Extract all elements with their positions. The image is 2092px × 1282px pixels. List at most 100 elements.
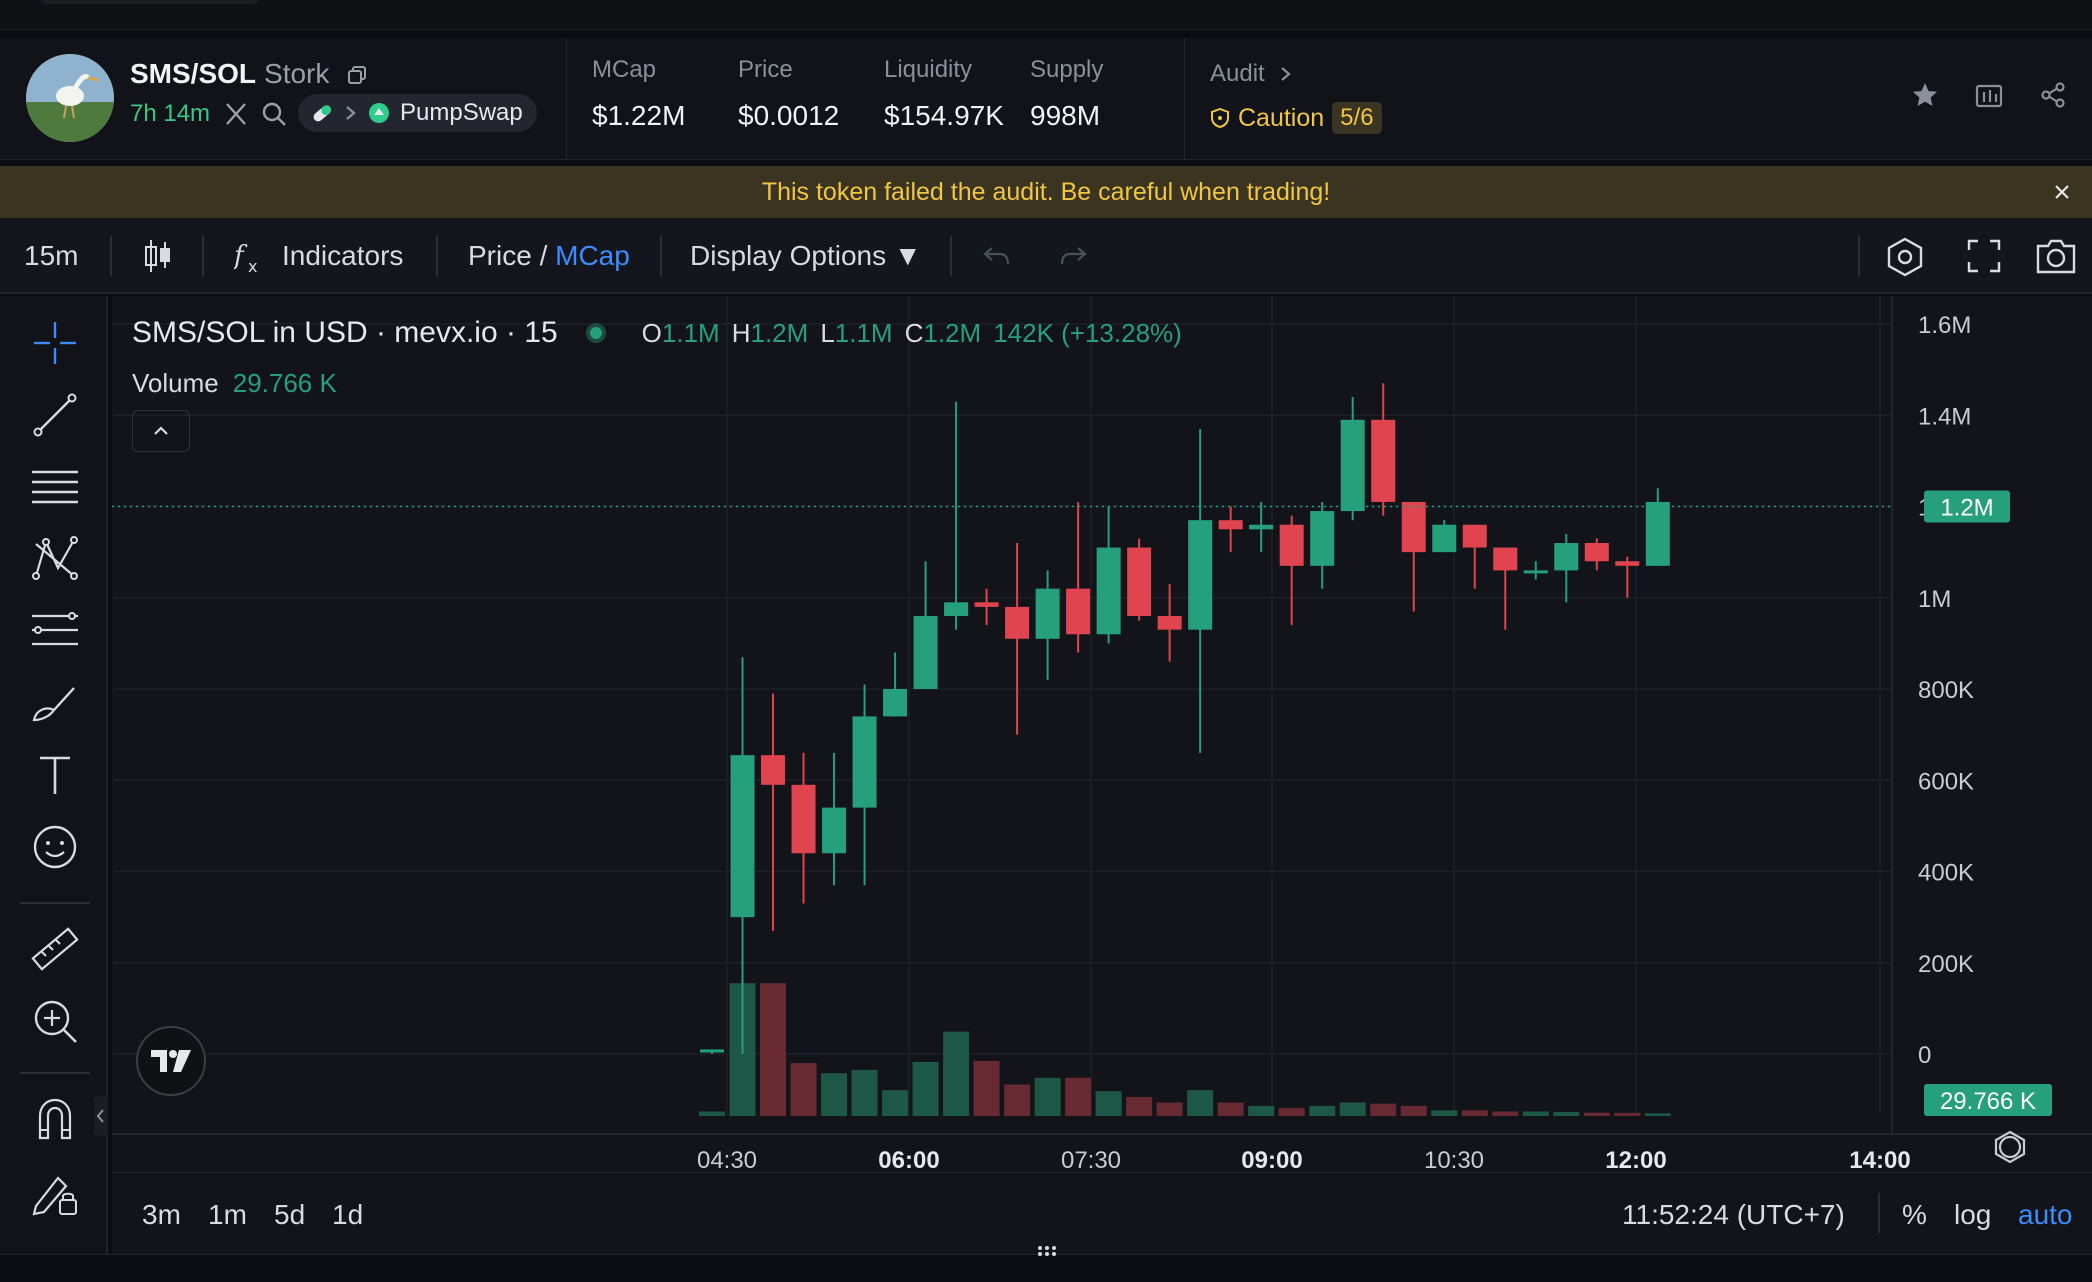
candle-type-icon[interactable]	[142, 238, 174, 274]
trendline-icon[interactable]	[28, 388, 82, 442]
chevron-up-icon	[154, 426, 168, 435]
x-twitter-icon[interactable]	[222, 100, 250, 128]
audit-label: Audit	[1210, 60, 1265, 87]
x-tick-label: 14:00	[1849, 1147, 1910, 1172]
x-tick-label: 04:30	[697, 1147, 757, 1172]
chart-bottom-bar: 3m 1m 5d 1d 11:52:24 (UTC+7) % log auto	[112, 1172, 2092, 1254]
copy-icon[interactable]	[347, 65, 367, 85]
text-icon[interactable]	[28, 748, 82, 802]
volume-bar	[973, 1060, 1000, 1116]
range-3m[interactable]: 3m	[142, 1199, 181, 1231]
y-tick-label: 1M	[1918, 586, 1951, 613]
range-5d[interactable]: 5d	[274, 1199, 305, 1231]
volume-bar	[1156, 1102, 1183, 1116]
volume-bar	[1431, 1110, 1458, 1116]
indicators-button[interactable]: Indicators	[282, 240, 403, 272]
zoom-in-icon[interactable]	[28, 994, 82, 1048]
fullscreen-icon[interactable]	[1966, 238, 2002, 274]
range-1d[interactable]: 1d	[332, 1199, 363, 1231]
indicators-fx-icon: fx	[234, 241, 257, 274]
search-icon[interactable]	[260, 100, 288, 128]
fib-retracement-icon[interactable]	[28, 604, 82, 658]
percent-scale-toggle[interactable]: %	[1902, 1199, 1927, 1231]
candle-body	[1279, 524, 1304, 566]
svg-text:x: x	[248, 257, 257, 274]
candle-body	[1157, 616, 1182, 630]
interval-select[interactable]: 15m	[24, 240, 78, 272]
display-options-button[interactable]: Display Options ▼	[690, 240, 922, 272]
redo-icon[interactable]	[1058, 242, 1088, 270]
token-name: Stork	[264, 58, 330, 89]
crosshair-icon[interactable]	[28, 316, 82, 370]
audit-section[interactable]: Audit Caution 5/6	[1210, 60, 1382, 134]
x-tick-label: 06:00	[878, 1147, 939, 1172]
tools-divider	[20, 902, 90, 904]
settings-hex-icon[interactable]	[1884, 236, 1926, 278]
camera-icon[interactable]	[2034, 236, 2078, 276]
top-pill	[40, 0, 260, 4]
volume-bar	[1278, 1108, 1305, 1116]
volume-bar	[1553, 1111, 1580, 1116]
share-icon[interactable]	[2038, 80, 2068, 110]
header-divider	[566, 38, 567, 160]
emoji-icon[interactable]	[28, 820, 82, 874]
compare-chart-icon[interactable]	[1974, 80, 2004, 110]
pumpswap-icon	[369, 103, 389, 123]
metric-price: Price $0.0012	[738, 56, 840, 131]
volume-bar	[882, 1090, 909, 1116]
candle-body	[974, 602, 999, 607]
star-icon[interactable]	[1910, 80, 1940, 110]
magnet-icon[interactable]	[28, 1092, 82, 1146]
svg-text:f: f	[234, 241, 248, 271]
banner-text: This token failed the audit. Be careful …	[761, 177, 1331, 206]
tradingview-logo-icon	[151, 1050, 191, 1072]
bottom-tabs-strip	[0, 1254, 2092, 1282]
candle-body	[791, 784, 816, 854]
candlestick-chart-svg[interactable]: 1.6M 1.4M 1.2M 1M 800K 600K 400K 200K 0 04:30 06:0…	[112, 296, 2092, 1172]
volume-bar	[699, 1111, 725, 1116]
volume-bar	[1004, 1084, 1031, 1116]
price-chart[interactable]: 1.6M 1.4M 1.2M 1M 800K 600K 400K 200K 0 04:30 06:0…	[112, 296, 2092, 1172]
volume-bar	[1492, 1111, 1519, 1116]
collapse-legend-button[interactable]	[132, 410, 190, 452]
candle-body	[852, 716, 877, 808]
close-icon[interactable]	[2050, 180, 2074, 204]
x-tick-label: 09:00	[1241, 1147, 1302, 1172]
auto-scale-toggle[interactable]: auto	[2018, 1199, 2073, 1231]
log-scale-toggle[interactable]: log	[1954, 1199, 1991, 1231]
candle-body	[1310, 511, 1335, 566]
drag-handle-icon[interactable]	[1036, 1244, 1058, 1258]
volume-legend: Volume 29.766 K	[132, 368, 337, 398]
dex-pill[interactable]: PumpSwap	[298, 94, 537, 132]
volume-bar	[1522, 1111, 1549, 1116]
candle-body	[1523, 570, 1548, 574]
volume-bar	[821, 1073, 848, 1116]
toolbar-divider	[660, 236, 662, 276]
mcap-option[interactable]: MCap	[555, 240, 630, 271]
ruler-icon[interactable]	[28, 922, 82, 976]
range-1m[interactable]: 1m	[208, 1199, 247, 1231]
price-mcap-toggle[interactable]: Price / MCap	[468, 240, 630, 272]
volume-bar	[1034, 1077, 1061, 1116]
clock-timezone[interactable]: 11:52:24 (UTC+7)	[1622, 1199, 1845, 1231]
lock-drawings-icon[interactable]	[28, 1166, 82, 1220]
token-header: SMS/SOL Stork 7h 14m PumpSwap MCap $1.22M …	[0, 38, 2092, 160]
shield-icon	[1211, 107, 1229, 129]
price-option[interactable]: Price	[468, 240, 532, 271]
x-tick-label: 12:00	[1605, 1147, 1666, 1172]
candle-body	[1554, 543, 1579, 571]
pattern-icon[interactable]	[28, 532, 82, 586]
pair-symbol: SMS/SOL	[130, 58, 257, 89]
candle-body	[1401, 501, 1426, 553]
candle-body	[944, 602, 969, 616]
brush-icon[interactable]	[28, 676, 82, 730]
last-price-label: 1.2M	[1940, 495, 1993, 522]
chevron-right-icon	[346, 106, 356, 120]
collapse-panel-icon[interactable]	[94, 1096, 108, 1136]
volume-bar	[943, 1031, 970, 1116]
audit-status: Caution	[1238, 103, 1325, 132]
undo-icon[interactable]	[982, 242, 1012, 270]
volume-bar	[1339, 1102, 1366, 1116]
horizontal-lines-icon[interactable]	[28, 460, 82, 514]
tradingview-logo[interactable]	[136, 1026, 206, 1096]
